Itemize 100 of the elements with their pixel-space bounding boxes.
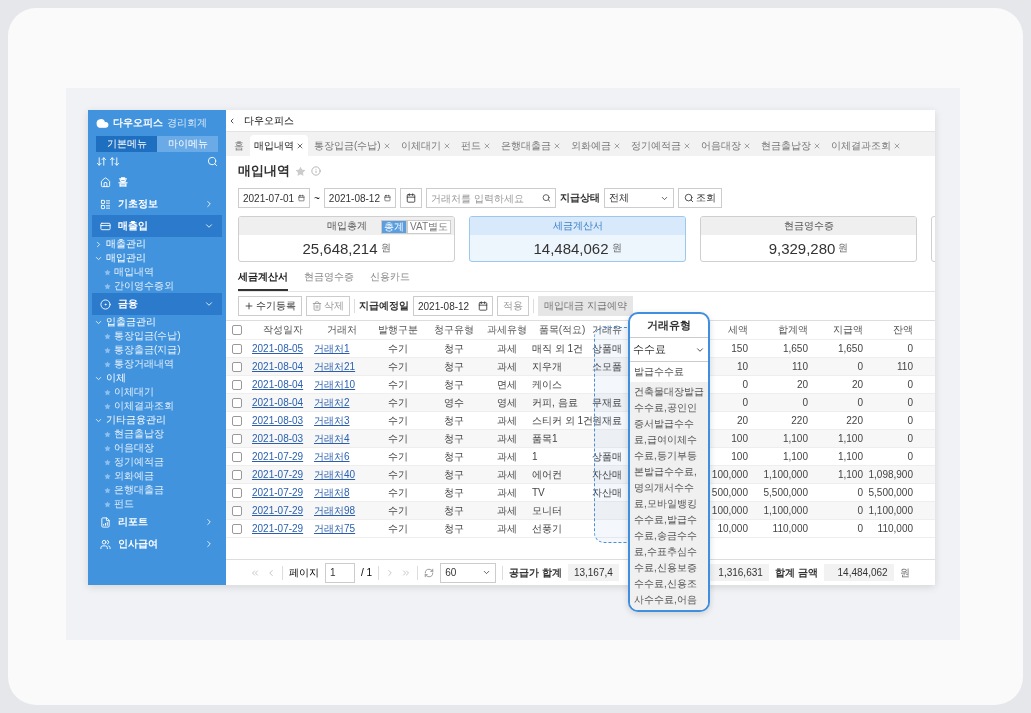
menu-item[interactable]: 펀드 bbox=[114, 497, 134, 511]
menu-item[interactable]: 이체대기 bbox=[114, 385, 154, 399]
tab[interactable]: 통장입금(수납) bbox=[310, 136, 395, 156]
menu-section[interactable]: 매출입 bbox=[92, 215, 222, 237]
menu-item[interactable]: 이체결과조회 bbox=[114, 399, 174, 413]
date-field[interactable]: 2021-07-01 bbox=[238, 188, 310, 208]
search-field[interactable]: 거래처를 입력하세요 bbox=[425, 188, 556, 208]
tab[interactable]: 매입내역 bbox=[250, 135, 308, 156]
sub-tab[interactable]: 세금계산서 bbox=[238, 270, 288, 291]
table-link[interactable]: 거래처3 bbox=[314, 413, 350, 428]
table-link[interactable]: 2021-08-05 bbox=[252, 343, 304, 354]
sub-tab[interactable]: 현금영수증 bbox=[304, 270, 354, 291]
checkbox[interactable] bbox=[232, 505, 242, 516]
table-link[interactable]: 거래처75 bbox=[314, 521, 356, 536]
menu-section[interactable]: 금융 bbox=[92, 293, 222, 315]
tab[interactable]: 이체대기 bbox=[396, 136, 455, 156]
table-link[interactable]: 거래처4 bbox=[314, 431, 350, 446]
menu-item[interactable]: 현금출납장 bbox=[114, 427, 164, 441]
tab[interactable]: 이체결과조회 bbox=[826, 136, 905, 156]
menu-toggle-button[interactable]: 마이메뉴 bbox=[157, 136, 218, 152]
collapse-icon[interactable] bbox=[228, 116, 236, 125]
checkbox[interactable] bbox=[232, 469, 242, 480]
prev-page-icon[interactable] bbox=[266, 567, 276, 578]
table-link[interactable]: 2021-07-29 bbox=[252, 523, 304, 534]
menu-item[interactable]: 통장거래내역 bbox=[114, 357, 174, 371]
table-link[interactable]: 거래처21 bbox=[314, 359, 356, 374]
menu-toggle-button[interactable]: 기본메뉴 bbox=[96, 136, 157, 152]
search-icon[interactable] bbox=[207, 156, 218, 167]
menu-item[interactable]: 통장출금(지급) bbox=[114, 343, 181, 357]
checkbox[interactable] bbox=[232, 451, 242, 462]
close-icon[interactable] bbox=[296, 141, 304, 150]
close-icon[interactable] bbox=[812, 142, 821, 150]
menu-section[interactable]: 인사급여 bbox=[92, 533, 222, 555]
calendar-button[interactable] bbox=[399, 188, 422, 208]
tab[interactable]: 홈 bbox=[230, 136, 248, 156]
status-select[interactable]: 전체 bbox=[603, 188, 674, 208]
table-link[interactable]: 거래처1 bbox=[314, 341, 350, 356]
close-icon[interactable] bbox=[482, 142, 491, 150]
checkbox[interactable] bbox=[232, 343, 242, 354]
menu-item[interactable]: 이체 bbox=[106, 371, 126, 385]
dropdown-option[interactable]: 건축물대장발급수수료,공인인증서발급수수료,급여이체수수료,등기부등본발급수수료,명의개서수수료,모바일뱅킹수수료,발급수수료,송금수수료,수표추심수수료,신용보증수수료,신용조사수수료,어음 bbox=[630, 382, 708, 610]
checkbox[interactable] bbox=[232, 487, 242, 498]
close-icon[interactable] bbox=[552, 142, 561, 150]
menu-section[interactable]: 홈 bbox=[92, 171, 222, 193]
table-link[interactable]: 2021-07-29 bbox=[252, 469, 304, 480]
delete-button[interactable]: 삭제 bbox=[306, 296, 350, 316]
table-link[interactable]: 2021-08-04 bbox=[252, 379, 304, 390]
checkbox[interactable] bbox=[232, 397, 242, 408]
close-icon[interactable] bbox=[892, 142, 901, 150]
menu-item[interactable]: 은행대출금 bbox=[114, 483, 164, 497]
date-field[interactable]: 2021-08-12 bbox=[413, 296, 493, 316]
table-link[interactable]: 거래처2 bbox=[314, 395, 350, 410]
table-link[interactable]: 거래처6 bbox=[314, 449, 350, 464]
table-link[interactable]: 2021-08-03 bbox=[252, 433, 304, 444]
close-icon[interactable] bbox=[682, 142, 691, 150]
page-size-select[interactable]: 60 bbox=[440, 562, 497, 583]
checkbox[interactable] bbox=[232, 415, 242, 426]
menu-item[interactable]: 매출관리 bbox=[106, 237, 146, 251]
page-field[interactable]: 1 bbox=[325, 562, 355, 583]
sort-down-icon[interactable] bbox=[96, 156, 107, 167]
checkbox[interactable] bbox=[232, 325, 242, 335]
menu-item[interactable]: 입출금관리 bbox=[106, 315, 156, 329]
table-link[interactable]: 2021-08-04 bbox=[252, 397, 304, 408]
tab[interactable]: 정기예적금 bbox=[626, 136, 695, 156]
menu-item[interactable]: 간이영수증외 bbox=[114, 279, 174, 293]
tab[interactable]: 어음대장 bbox=[696, 136, 755, 156]
star-icon[interactable] bbox=[295, 165, 306, 177]
menu-section[interactable]: 기초정보 bbox=[92, 193, 222, 215]
close-icon[interactable] bbox=[742, 142, 751, 150]
menu-item[interactable]: 매입관리 bbox=[106, 251, 146, 265]
menu-section[interactable]: 리포트 bbox=[92, 511, 222, 533]
menu-item[interactable]: 정기예적금 bbox=[114, 455, 164, 469]
checkbox[interactable] bbox=[232, 361, 242, 372]
tab[interactable]: 은행대출금 bbox=[496, 136, 565, 156]
menu-item[interactable]: 외화예금 bbox=[114, 469, 154, 483]
menu-item[interactable]: 매입내역 bbox=[114, 265, 154, 279]
tab[interactable]: 외화예금 bbox=[566, 136, 625, 156]
table-link[interactable]: 2021-07-29 bbox=[252, 451, 304, 462]
sub-tab[interactable]: 신용카드 bbox=[370, 270, 410, 291]
table-link[interactable]: 2021-07-29 bbox=[252, 505, 304, 516]
tab[interactable]: 펀드 bbox=[456, 136, 495, 156]
date-field[interactable]: 2021-08-12 bbox=[323, 188, 396, 208]
sort-up-icon[interactable] bbox=[109, 156, 120, 167]
table-link[interactable]: 2021-08-04 bbox=[252, 361, 304, 372]
refresh-icon[interactable] bbox=[424, 567, 435, 578]
table-link[interactable]: 거래처10 bbox=[314, 377, 356, 392]
add-button[interactable]: 수기등록 bbox=[238, 296, 302, 316]
badge-toggle[interactable]: 총계 bbox=[381, 220, 408, 234]
dropdown-option[interactable]: 발급수수료 bbox=[630, 362, 708, 382]
table-link[interactable]: 2021-08-03 bbox=[252, 415, 304, 426]
apply-button[interactable]: 적용 bbox=[497, 296, 529, 316]
checkbox[interactable] bbox=[232, 523, 242, 534]
table-link[interactable]: 거래처98 bbox=[314, 503, 356, 518]
close-icon[interactable] bbox=[612, 142, 621, 150]
menu-item[interactable]: 통장입금(수납) bbox=[114, 329, 181, 343]
menu-item[interactable]: 어음대장 bbox=[114, 441, 154, 455]
checkbox[interactable] bbox=[232, 379, 242, 390]
checkbox[interactable] bbox=[232, 433, 242, 444]
menu-item[interactable]: 기타금융관리 bbox=[106, 413, 166, 427]
tab[interactable]: 현금출납장 bbox=[756, 136, 825, 156]
